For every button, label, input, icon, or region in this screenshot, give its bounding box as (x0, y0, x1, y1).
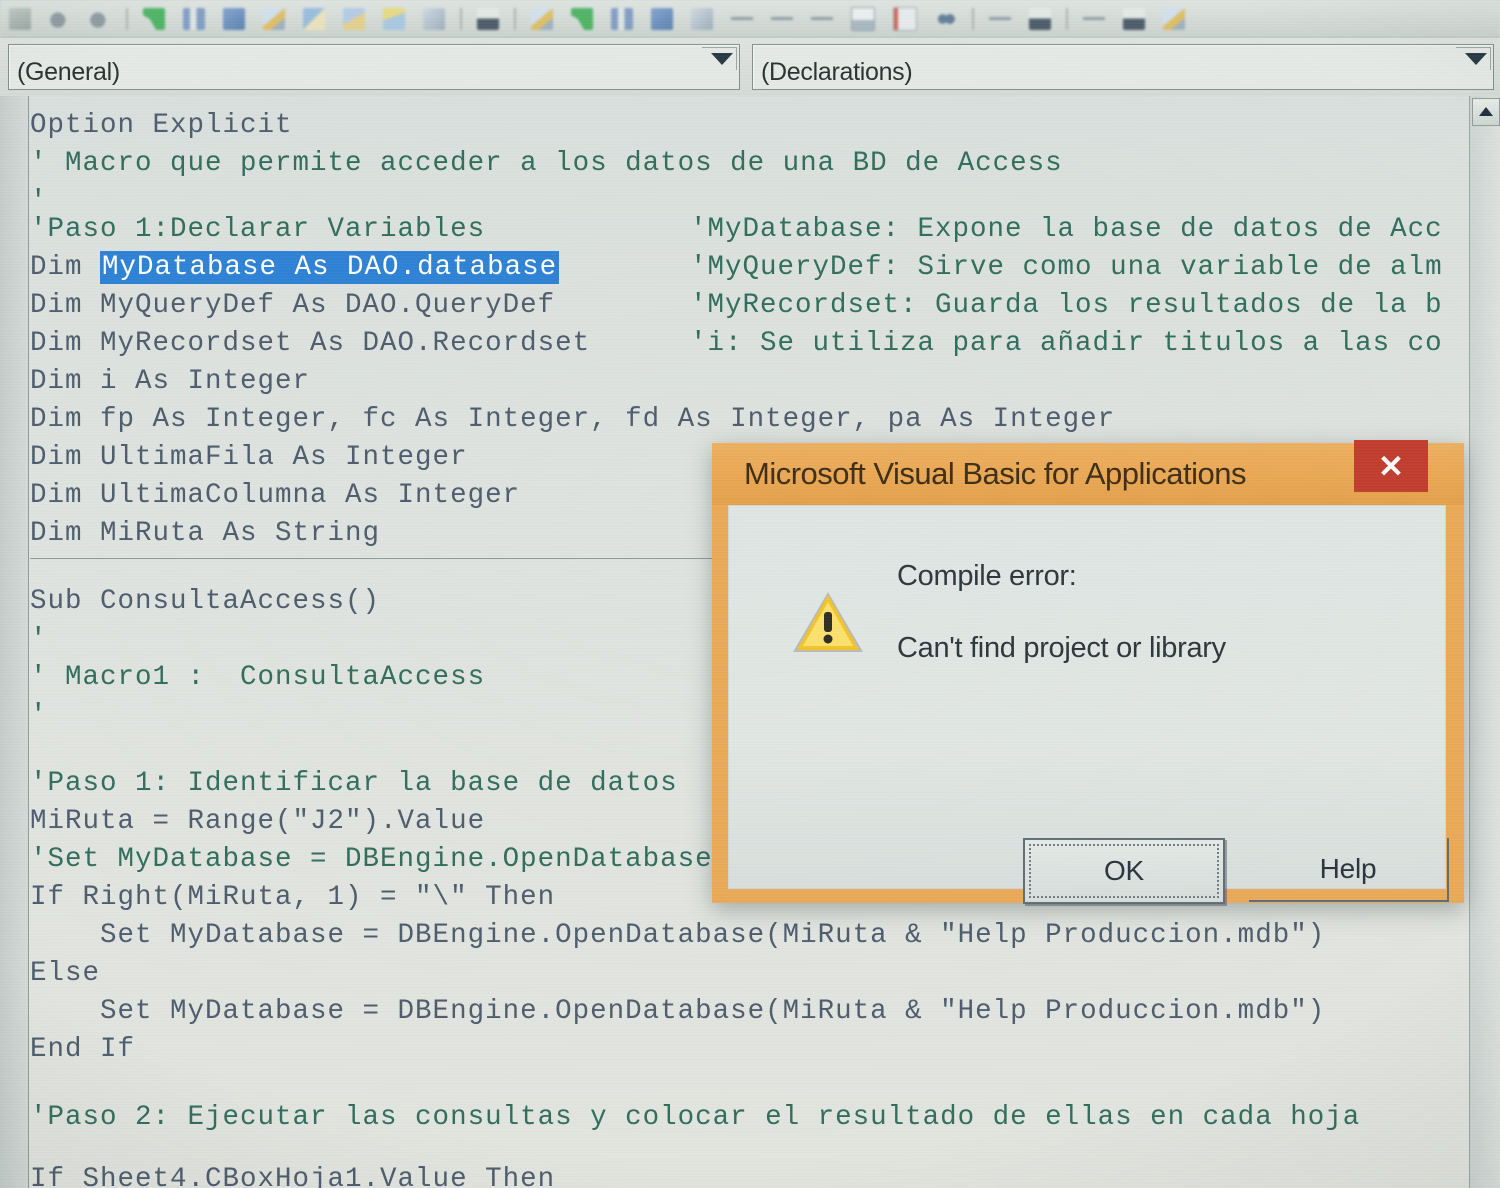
project-explorer-icon[interactable] (303, 8, 325, 30)
code-line: Dim UltimaFila As Integer (30, 442, 468, 473)
more-icon[interactable] (1163, 8, 1185, 30)
object-combo-value: (General) (17, 58, 120, 86)
break-icon[interactable] (611, 8, 633, 30)
code-gutter[interactable] (0, 96, 29, 1188)
dialog-titlebar: Microsoft Visual Basic for Applications (712, 443, 1464, 505)
locals-window-icon[interactable] (989, 8, 1011, 30)
dialog-message-line1: Compile error: (897, 560, 1077, 592)
watch-window-icon[interactable] (1083, 8, 1105, 30)
code-line-prefix: Dim (30, 252, 101, 283)
redo-icon[interactable] (89, 8, 111, 30)
code-line: 'Paso 2: Ejecutar las consultas y coloca… (30, 1102, 1361, 1133)
design-mode-icon[interactable] (531, 8, 553, 30)
code-line: ' Macro que permite acceder a los datos … (30, 148, 1063, 179)
chevron-down-icon[interactable] (711, 53, 733, 65)
object-browser-icon[interactable] (691, 8, 713, 30)
code-line: ' Macro1 : ConsultaAccess (30, 662, 486, 693)
comment-block-icon[interactable] (811, 8, 833, 30)
code-side-comment: 'MyDatabase: Expone la base de datos de … (690, 214, 1443, 245)
code-line: 'Paso 1: Identificar la base de datos (30, 768, 678, 799)
view-excel-icon[interactable] (9, 8, 31, 30)
design-mode-icon[interactable] (263, 8, 285, 30)
ok-button-label: OK (1103, 855, 1145, 886)
chevron-down-icon[interactable] (1465, 53, 1487, 65)
code-line: Set MyDatabase = DBEngine.OpenDatabase(M… (30, 920, 1326, 951)
code-line: If Sheet4.CBoxHoja1.Value Then (30, 1164, 556, 1188)
code-line: ' (30, 700, 48, 731)
dropdown-icon[interactable] (1029, 8, 1051, 30)
object-browser-icon[interactable] (383, 8, 405, 30)
outdent-icon[interactable] (771, 8, 793, 30)
code-line: Set MyDatabase = DBEngine.OpenDatabase(M… (30, 996, 1326, 1027)
code-line: Dim MyQueryDef As DAO.QueryDef (30, 290, 556, 321)
code-line: Else (30, 958, 101, 989)
reset-icon[interactable] (223, 8, 245, 30)
code-line: If Right(MiRuta, 1) = "\" Then (30, 882, 556, 913)
toggle-breakpoint-icon[interactable] (893, 7, 917, 31)
code-line: Dim i As Integer (30, 366, 311, 397)
close-icon[interactable]: ✕ (1354, 440, 1428, 492)
toolbar-separator (1066, 8, 1068, 30)
dropdown-icon[interactable] (477, 8, 499, 30)
code-line: End If (30, 1034, 136, 1065)
compile-error-dialog[interactable]: Microsoft Visual Basic for Applications … (712, 440, 1464, 904)
editor-combo-row: (General) (Declarations) (0, 38, 1500, 97)
reset-icon[interactable] (651, 8, 673, 30)
code-side-comment: 'MyQueryDef: Sirve como una variable de … (690, 252, 1443, 283)
undo-icon[interactable] (49, 8, 71, 30)
code-line: MiRuta = Range("J2").Value (30, 806, 486, 837)
dropdown-icon[interactable] (1123, 8, 1145, 30)
toolbox-icon[interactable] (423, 8, 445, 30)
vertical-scrollbar[interactable] (1469, 96, 1500, 1188)
break-icon[interactable] (183, 8, 205, 30)
scroll-up-icon[interactable] (1472, 98, 1500, 126)
code-line: Dim MyRecordset As DAO.Recordset (30, 328, 591, 359)
toolbar-separator (972, 8, 974, 30)
code-side-comment: 'MyRecordset: Guarda los resultados de l… (690, 290, 1443, 321)
code-selection-highlight: MyDatabase As DAO.database (100, 251, 560, 284)
warning-triangle-icon (793, 592, 863, 652)
code-line: Dim UltimaColumna As Integer (30, 480, 521, 511)
toolbar-separator (460, 8, 462, 30)
run-icon[interactable] (571, 8, 593, 30)
code-line: Option Explicit (30, 110, 293, 141)
dialog-title: Microsoft Visual Basic for Applications (744, 456, 1247, 491)
help-button[interactable]: Help (1249, 838, 1449, 902)
run-icon[interactable] (143, 8, 165, 30)
object-combo[interactable]: (General) (8, 44, 740, 90)
ok-button[interactable]: OK (1023, 838, 1225, 904)
procedure-combo[interactable]: (Declarations) (752, 44, 1494, 90)
code-line: Dim fp As Integer, fc As Integer, fd As … (30, 404, 1116, 435)
bookmark-icon[interactable] (851, 7, 875, 31)
indent-icon[interactable] (731, 8, 753, 30)
code-line: Sub ConsultaAccess() (30, 586, 381, 617)
properties-window-icon[interactable] (343, 8, 365, 30)
code-side-comment: 'i: Se utiliza para añadir titulos a las… (690, 328, 1443, 359)
code-line: Dim MiRuta As String (30, 518, 381, 549)
procedure-combo-value: (Declarations) (761, 58, 913, 86)
code-line-selected[interactable]: Dim MyDatabase As DAO.database (30, 251, 560, 284)
dialog-message-line2: Can't find project or library (897, 632, 1226, 664)
help-button-label: Help (1319, 853, 1377, 884)
vba-toolbar[interactable] (0, 0, 1500, 39)
toolbar-separator (126, 8, 128, 30)
code-line: ' (30, 624, 48, 655)
find-icon[interactable] (935, 8, 957, 30)
toolbar-separator (514, 8, 516, 30)
close-icon-glyph: ✕ (1378, 448, 1404, 484)
code-line: 'Paso 1:Declarar Variables (30, 214, 486, 245)
dialog-body: Compile error: Can't find project or lib… (728, 505, 1449, 904)
code-line: ' (30, 186, 48, 217)
